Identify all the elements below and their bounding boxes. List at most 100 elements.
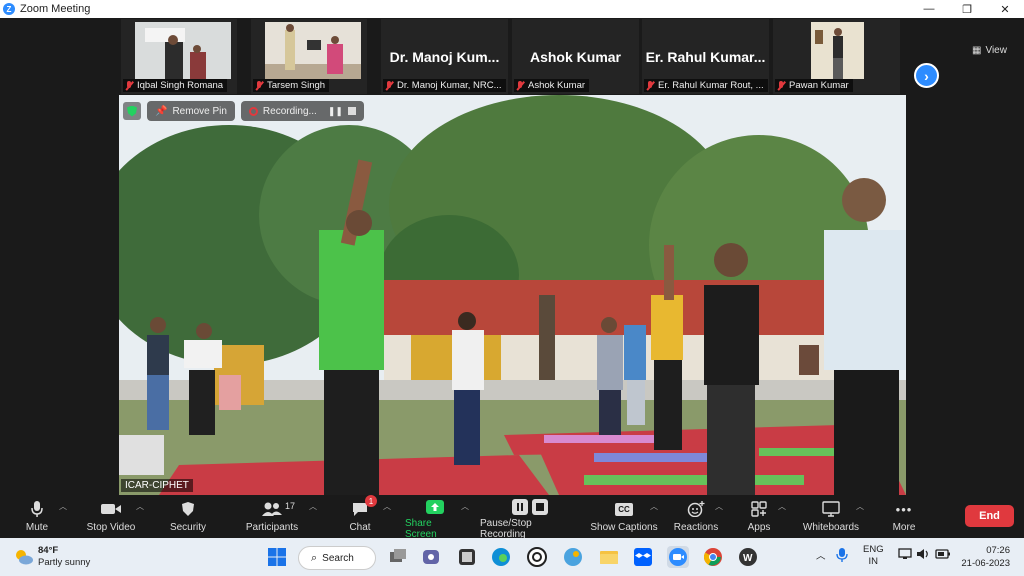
participant-name: Dr. Manoj Kumar, NRC... xyxy=(397,80,502,91)
more-dots-icon: ••• xyxy=(896,499,913,519)
share-screen-button[interactable]: Share Screen xyxy=(405,499,465,540)
reactions-options-caret[interactable]: ︿ xyxy=(715,501,723,512)
chatgpt-icon[interactable] xyxy=(526,546,548,568)
participant-strip: Iqbal Singh Romana Tarsem Singh Dr. Mano… xyxy=(0,18,1024,95)
participant-tile[interactable]: Pawan Kumar xyxy=(773,19,900,94)
remove-pin-button[interactable]: 📌 Remove Pin xyxy=(147,101,235,121)
participant-display-name: Er. Rahul Kumar... xyxy=(645,49,766,65)
participant-name: Ashok Kumar xyxy=(528,80,586,91)
participant-name: Er. Rahul Kumar Rout, ... xyxy=(658,80,764,91)
participant-tile[interactable]: Iqbal Singh Romana xyxy=(121,19,237,94)
encryption-shield-icon[interactable] xyxy=(123,102,141,120)
apps-icon xyxy=(751,499,767,519)
chat-unread-badge: 1 xyxy=(365,495,377,507)
more-button[interactable]: ••• More xyxy=(889,499,919,535)
participant-display-name: Dr. Manoj Kum... xyxy=(389,49,500,65)
weather-widget[interactable]: 84°F Partly sunny xyxy=(14,545,90,569)
mic-muted-icon xyxy=(516,80,525,91)
whiteboards-options-caret[interactable]: ︿ xyxy=(856,501,864,512)
language-line1: ENG xyxy=(863,544,884,555)
ai-assistant-icon[interactable] xyxy=(562,546,584,568)
pause-recording-icon[interactable]: ❚❚ xyxy=(328,106,343,117)
zoom-app-icon[interactable] xyxy=(667,546,689,568)
network-icon[interactable] xyxy=(898,548,912,563)
stop-recording-icon[interactable] xyxy=(347,107,356,115)
show-hidden-icons-chevron[interactable]: ︿ xyxy=(816,548,826,562)
taskbar-search[interactable]: ⌕ Search xyxy=(298,546,376,570)
participants-options-caret[interactable]: ︿ xyxy=(309,501,317,512)
pause-stop-recording-button[interactable]: Pause/Stop Recording xyxy=(480,499,580,540)
chat-button[interactable]: 1 Chat xyxy=(346,495,377,535)
close-button[interactable]: ✕ xyxy=(986,0,1024,18)
show-captions-button[interactable]: CC Show Captions xyxy=(590,499,658,535)
mic-muted-icon xyxy=(777,80,786,91)
teams-chat-icon[interactable] xyxy=(420,546,442,568)
grid-icon: ▦ xyxy=(972,45,982,56)
file-explorer-icon[interactable] xyxy=(598,546,620,568)
share-options-caret[interactable]: ︿ xyxy=(461,501,469,512)
shield-icon xyxy=(181,499,195,519)
participants-icon: 17 xyxy=(261,499,295,519)
taskbar-app-icon[interactable] xyxy=(456,546,478,568)
main-video[interactable]: 📌 Remove Pin Recording... ❚❚ ICAR-CIPHET xyxy=(119,95,906,495)
microphone-tray-icon[interactable] xyxy=(836,547,848,566)
minimize-button[interactable]: — xyxy=(910,0,948,18)
task-view-icon[interactable] xyxy=(387,546,409,568)
video-options-caret[interactable]: ︿ xyxy=(136,501,144,512)
stop-video-label: Stop Video xyxy=(86,522,136,533)
participant-name-label: Pawan Kumar xyxy=(775,79,853,92)
security-button[interactable]: Security xyxy=(168,499,208,535)
captions-cc-text: CC xyxy=(615,502,633,516)
reactions-button[interactable]: Reactions xyxy=(672,499,720,535)
mic-muted-icon xyxy=(125,80,134,91)
chat-bubble-icon: 1 xyxy=(351,495,377,519)
whiteboard-icon xyxy=(822,499,840,519)
participant-display-name: Ashok Kumar xyxy=(529,49,622,65)
restore-button[interactable]: ❐ xyxy=(948,0,986,18)
participant-tile[interactable]: Tarsem Singh xyxy=(251,19,367,94)
whiteboards-button[interactable]: Whiteboards xyxy=(800,499,862,535)
chevron-right-icon: › xyxy=(924,67,929,84)
participant-tile[interactable]: Dr. Manoj Kum... Dr. Manoj Kumar, NRC... xyxy=(381,19,508,94)
clock-date: 21-06-2023 xyxy=(961,558,1010,569)
captions-icon: CC xyxy=(615,499,633,519)
weather-condition: Partly sunny xyxy=(38,557,91,568)
participant-name-label: Er. Rahul Kumar Rout, ... xyxy=(644,79,768,92)
apps-label: Apps xyxy=(747,522,771,533)
participants-button[interactable]: 17 Participants xyxy=(244,499,300,535)
clock[interactable]: 07:26 21-06-2023 xyxy=(960,544,1010,570)
mic-muted-icon xyxy=(255,80,264,91)
chat-options-caret[interactable]: ︿ xyxy=(383,501,391,512)
end-meeting-button[interactable]: End xyxy=(965,505,1014,527)
pause-recording-label: Pause/Stop Recording xyxy=(480,518,532,540)
participant-name: Pawan Kumar xyxy=(789,80,849,91)
participant-name-label: Ashok Kumar xyxy=(514,79,590,92)
word-app-icon[interactable]: W xyxy=(737,546,759,568)
apps-button[interactable]: Apps xyxy=(745,499,773,535)
language-indicator[interactable]: ENG IN xyxy=(863,544,884,568)
edge-browser-icon[interactable] xyxy=(490,546,512,568)
participant-tile[interactable]: Ashok Kumar Ashok Kumar xyxy=(512,19,639,94)
participant-name-label: Tarsem Singh xyxy=(253,79,330,92)
meeting-toolbar: Mute ︿ Stop Video ︿ Security 17 Particip… xyxy=(0,495,1024,540)
title-bar: Z Zoom Meeting — ❐ ✕ xyxy=(0,0,1024,18)
view-button[interactable]: ▦ View xyxy=(972,45,1007,56)
stop-video-button[interactable]: Stop Video xyxy=(84,499,138,535)
participant-tile[interactable]: Er. Rahul Kumar... Er. Rahul Kumar Rout,… xyxy=(642,19,769,94)
chrome-icon[interactable] xyxy=(702,546,724,568)
recording-dot-icon xyxy=(248,106,258,116)
remove-pin-label: Remove Pin xyxy=(172,105,227,117)
next-page-button[interactable]: › xyxy=(914,63,939,88)
volume-icon[interactable] xyxy=(916,548,930,563)
mute-options-caret[interactable]: ︿ xyxy=(59,501,67,512)
apps-options-caret[interactable]: ︿ xyxy=(778,501,786,512)
temperature: 84°F xyxy=(38,545,59,556)
participants-count: 17 xyxy=(285,501,296,511)
windows-taskbar: 84°F Partly sunny ⌕ Search W ︿ ENG IN 07… xyxy=(0,538,1024,576)
mute-button[interactable]: Mute xyxy=(22,499,52,535)
search-icon: ⌕ xyxy=(311,551,318,564)
captions-options-caret[interactable]: ︿ xyxy=(650,501,658,512)
dropbox-icon[interactable] xyxy=(632,546,654,568)
battery-icon[interactable] xyxy=(935,548,951,563)
start-button[interactable] xyxy=(266,546,288,568)
